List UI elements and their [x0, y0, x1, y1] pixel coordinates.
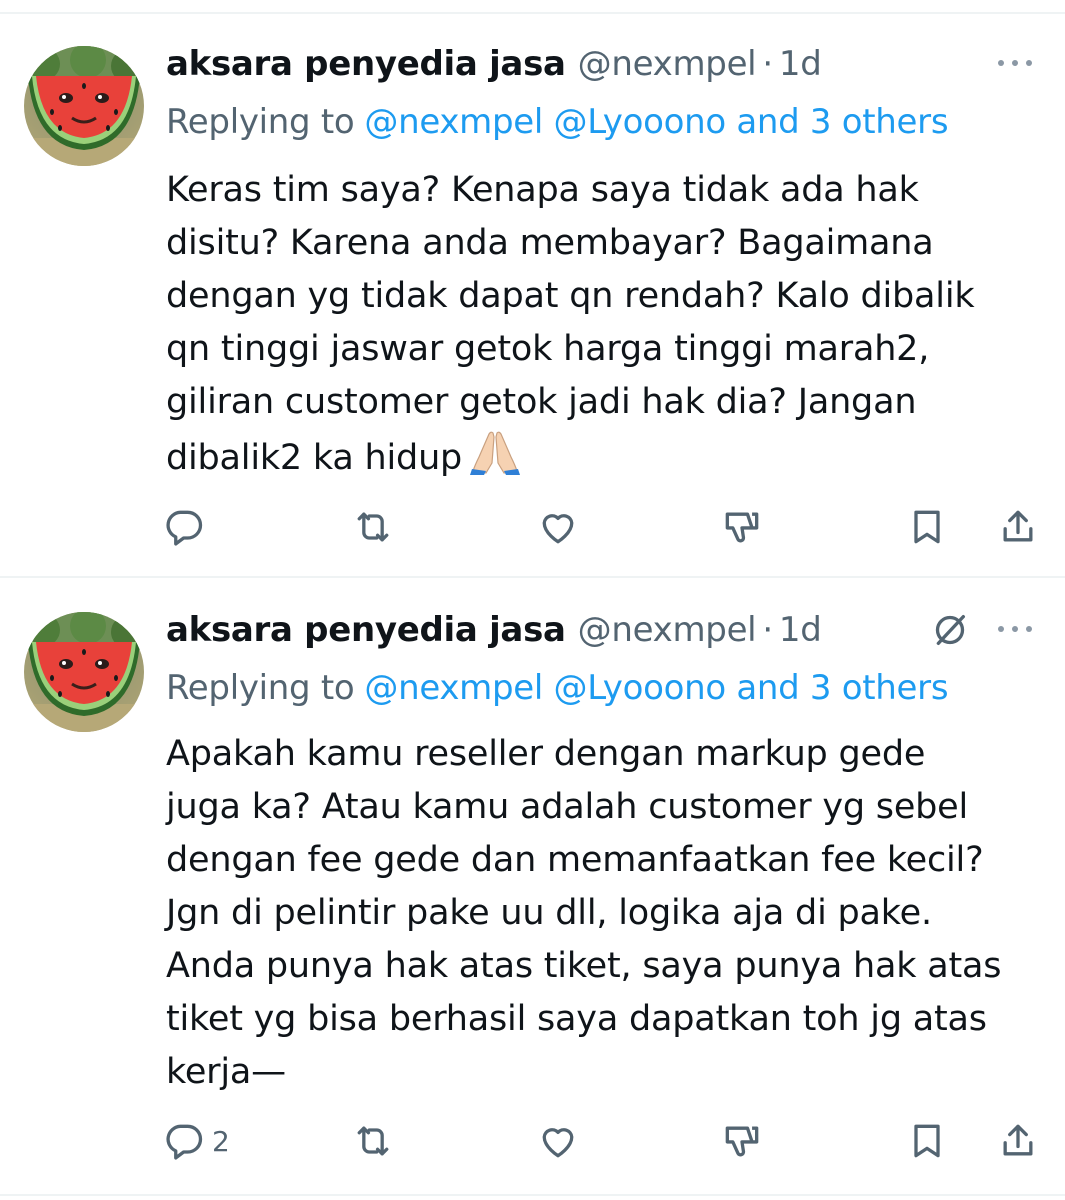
author-name[interactable]: aksara penyedia jasa: [166, 610, 566, 650]
bottom-divider: [0, 1194, 1065, 1196]
more-options-icon[interactable]: [995, 614, 1035, 644]
downvote-icon: [725, 1126, 759, 1157]
tweet-text-line: Keras tim saya? Kenapa saya tidak ada ha…: [166, 170, 919, 210]
bookmark-icon: [914, 1124, 940, 1158]
timestamp[interactable]: 1d: [779, 44, 822, 84]
author-handle[interactable]: @nexmpel: [578, 44, 757, 84]
watermelon-avatar-image: [24, 612, 144, 732]
tweet-text-line: dengan fee gede dan memanfaatkan fee kec…: [166, 840, 984, 880]
action-bar: [0, 502, 1065, 552]
retweet-icon: [357, 1126, 389, 1156]
share-icon: [1003, 510, 1033, 542]
reply-icon: [166, 510, 203, 546]
tweet-text-line-last: dibalik2 ka hidup: [166, 429, 1046, 491]
tweet-header: aksara penyedia jasa @nexmpel · 1d: [166, 42, 822, 86]
tweet-text-line: Jgn di pelintir pake uu dll, logika aja …: [166, 893, 932, 933]
tweet-divider: [0, 576, 1065, 578]
share-icon: [1003, 1124, 1033, 1156]
watermelon-avatar-image: [24, 46, 144, 166]
tweet-text-line: Anda punya hak atas tiket, saya punya ha…: [166, 946, 1002, 986]
action-bar: 2: [0, 1116, 1065, 1166]
folded-hands-icon: [470, 429, 521, 491]
tweet-text-line: kerja—: [166, 1052, 286, 1092]
bookmark-button[interactable]: [905, 1116, 949, 1166]
author-name[interactable]: aksara penyedia jasa: [166, 44, 566, 84]
tweet-text-line: disitu? Karena anda membayar? Bagaimana: [166, 223, 934, 263]
tweet[interactable]: aksara penyedia jasa @nexmpel · 1d Reply…: [0, 608, 1065, 1188]
downvote-button[interactable]: [720, 502, 764, 552]
tweet-text-line: dibalik2 ka hidup: [166, 438, 463, 478]
tweet-text-line: giliran customer getok jadi hak dia? Jan…: [166, 382, 917, 422]
tweet-text: Keras tim saya? Kenapa saya tidak ada ha…: [166, 164, 1046, 491]
replying-to-mentions[interactable]: @nexmpel @Lyooono and 3 others: [364, 102, 948, 142]
tweet-text-line: juga ka? Atau kamu adalah customer yg se…: [166, 787, 969, 827]
tweet-header: aksara penyedia jasa @nexmpel · 1d: [166, 608, 822, 652]
replying-to-label: Replying to: [166, 102, 355, 142]
like-icon: [542, 514, 574, 544]
replying-to: Replying to @nexmpel @Lyooono and 3 othe…: [166, 666, 949, 710]
avatar[interactable]: [24, 46, 144, 166]
timestamp[interactable]: 1d: [779, 610, 822, 650]
retweet-icon: [357, 512, 389, 542]
share-button[interactable]: [996, 502, 1040, 552]
like-icon: [542, 1128, 574, 1158]
reply-icon: [166, 1124, 203, 1160]
like-button[interactable]: [535, 1116, 581, 1166]
tweet-text-line: Apakah kamu reseller dengan markup gede: [166, 734, 926, 774]
replying-to-label: Replying to: [166, 668, 355, 708]
separator-dot: ·: [762, 44, 773, 84]
reply-button[interactable]: 2: [162, 1116, 230, 1166]
bookmark-button[interactable]: [905, 502, 949, 552]
reply-button[interactable]: [162, 502, 206, 552]
top-divider: [0, 12, 1065, 14]
replying-to-mentions[interactable]: @nexmpel @Lyooono and 3 others: [364, 668, 948, 708]
retweet-button[interactable]: [350, 502, 396, 552]
more-options-icon[interactable]: [995, 48, 1035, 78]
tweet-text-line: tiket yg bisa berhasil saya dapatkan toh…: [166, 999, 987, 1039]
like-button[interactable]: [535, 502, 581, 552]
tweet-text-line: dengan yg tidak dapat qn rendah? Kalo di…: [166, 276, 975, 316]
tweet[interactable]: aksara penyedia jasa @nexmpel · 1d Reply…: [0, 42, 1065, 572]
downvote-button[interactable]: [720, 1116, 764, 1166]
tweet-text-line: qn tinggi jaswar getok harga tinggi mara…: [166, 329, 930, 369]
separator-dot: ·: [762, 610, 773, 650]
grok-icon[interactable]: [930, 610, 970, 650]
reply-count: 2: [212, 1124, 230, 1158]
author-handle[interactable]: @nexmpel: [578, 610, 757, 650]
avatar[interactable]: [24, 612, 144, 732]
bookmark-icon: [914, 510, 940, 544]
replying-to: Replying to @nexmpel @Lyooono and 3 othe…: [166, 100, 949, 144]
retweet-button[interactable]: [350, 1116, 396, 1166]
downvote-icon: [725, 512, 759, 543]
share-button[interactable]: [996, 1116, 1040, 1166]
tweet-text: Apakah kamu reseller dengan markup gede …: [166, 728, 1046, 1099]
